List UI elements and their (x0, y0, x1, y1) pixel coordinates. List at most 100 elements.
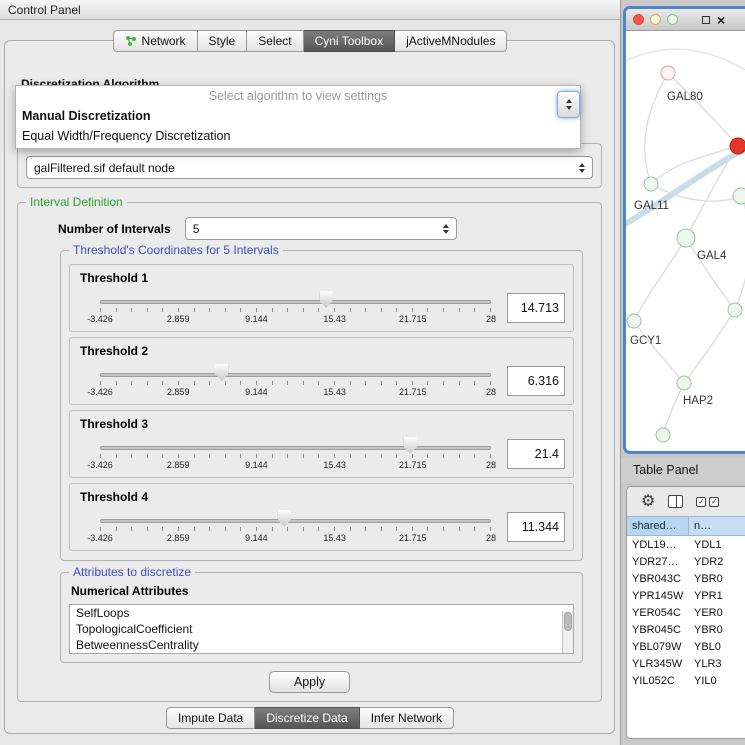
network-node[interactable] (627, 314, 641, 328)
tick-mark (116, 454, 117, 458)
attribute-list-item[interactable]: TopologicalCoefficient (70, 621, 561, 637)
network-edge[interactable] (634, 321, 684, 383)
tick-mark (303, 308, 304, 312)
tick-mark (443, 527, 444, 531)
select-columns-icon[interactable]: ✓ ✓ (696, 497, 719, 507)
table-cell: YER054C (627, 607, 689, 619)
tab-impute-data[interactable]: Impute Data (166, 707, 255, 729)
tick-mark (303, 381, 304, 385)
table-row[interactable]: YIL052CYIL0 (627, 672, 745, 689)
attribute-list-item[interactable]: SelfLoops (70, 605, 561, 621)
threshold-3-value-field[interactable]: 21.4 (507, 439, 565, 469)
network-edge[interactable] (663, 383, 684, 435)
slider-thumb[interactable] (404, 437, 417, 454)
slider-thumb[interactable] (215, 364, 228, 381)
network-canvas[interactable]: GAL80GAL11GAL4GCY1HAP2 (626, 31, 745, 451)
close-traffic-light-icon[interactable] (633, 14, 644, 25)
network-node[interactable] (656, 428, 670, 442)
network-node[interactable] (730, 138, 745, 154)
scale-label: 9.144 (245, 533, 268, 543)
threshold-2-slider[interactable]: -3.4262.8599.14415.4321.71528 (100, 360, 491, 402)
threshold-4-slider[interactable]: -3.4262.8599.14415.4321.71528 (100, 506, 491, 548)
float-window-icon[interactable] (702, 16, 710, 24)
tick-mark (147, 527, 148, 531)
tab-style[interactable]: Style (198, 30, 248, 52)
network-node[interactable] (644, 177, 658, 191)
algorithm-combobox-button[interactable] (557, 91, 580, 118)
slider-track[interactable] (100, 373, 491, 377)
network-node[interactable] (677, 229, 695, 247)
threshold-4-value-field[interactable]: 11.344 (507, 512, 565, 542)
tab-label: Infer Network (371, 711, 442, 725)
tab-infer-network[interactable]: Infer Network (360, 707, 454, 729)
network-node[interactable] (677, 376, 691, 390)
tick-mark (381, 381, 382, 385)
network-node[interactable] (728, 303, 742, 317)
scrollbar-thumb[interactable] (564, 612, 572, 631)
close-window-icon[interactable]: × (717, 13, 725, 27)
number-of-intervals-combobox[interactable]: 5 (185, 217, 457, 240)
attributes-list-scrollbar[interactable] (562, 611, 573, 653)
threshold-2-value-field[interactable]: 6.316 (507, 366, 565, 396)
algorithm-placeholder-option[interactable]: Select algorithm to view settings (16, 86, 580, 106)
column-header-shared-name[interactable]: shared… (627, 517, 689, 535)
algorithm-option-equal-width[interactable]: Equal Width/Frequency Discretization (16, 126, 580, 146)
tick-mark (350, 308, 351, 312)
threshold-1-value-field[interactable]: 14.713 (507, 293, 565, 323)
column-header-name[interactable]: n… (689, 517, 745, 535)
slider-track[interactable] (100, 446, 491, 450)
tab-network[interactable]: Network (113, 30, 198, 52)
network-window-titlebar[interactable]: × (626, 9, 745, 31)
network-view-window: × GAL80GAL11GAL4GCY1HAP2 (623, 6, 745, 454)
gear-icon[interactable]: ⚙ (641, 494, 655, 510)
tick-mark (178, 308, 179, 312)
network-edge[interactable] (686, 238, 735, 310)
threshold-1-slider[interactable]: -3.4262.8599.14415.4321.71528 (100, 287, 491, 329)
threshold-3-slider[interactable]: -3.4262.8599.14415.4321.71528 (100, 433, 491, 475)
attribute-list-item[interactable]: BetweennessCentrality (70, 637, 561, 653)
tick-mark (490, 381, 491, 385)
network-edge[interactable] (668, 73, 738, 146)
slider-thumb[interactable] (320, 291, 333, 308)
tab-select[interactable]: Select (247, 30, 303, 52)
algorithm-option-manual[interactable]: Manual Discretization (16, 106, 580, 126)
network-edge[interactable] (634, 238, 686, 321)
table-row[interactable]: YLR345WYLR3 (627, 655, 745, 672)
slider-thumb[interactable] (278, 510, 291, 527)
scale-label: -3.426 (87, 460, 113, 470)
tick-mark (147, 381, 148, 385)
slider-track[interactable] (100, 300, 491, 304)
tick-mark (396, 454, 397, 458)
minimize-traffic-light-icon[interactable] (650, 14, 661, 25)
slider-track[interactable] (100, 519, 491, 523)
tick-mark (100, 381, 101, 385)
table-row[interactable]: YBR045CYBR0 (627, 621, 745, 638)
table-data-combobox[interactable]: galFiltered.sif default node (26, 156, 593, 179)
network-node[interactable] (733, 188, 745, 204)
tab-cyni-toolbox[interactable]: Cyni Toolbox (304, 30, 395, 52)
zoom-traffic-light-icon[interactable] (667, 14, 678, 25)
table-panel-header[interactable]: Table Panel (621, 458, 745, 482)
network-edge[interactable] (626, 49, 745, 81)
table-row[interactable]: YER054CYER0 (627, 604, 745, 621)
network-node[interactable] (661, 66, 675, 80)
table-row[interactable]: YBR043CYBR0 (627, 570, 745, 587)
network-edge[interactable] (684, 310, 735, 383)
node-label: GAL4 (697, 250, 727, 262)
table-row[interactable]: YDL19…YDL1 (627, 536, 745, 553)
table-body: YDL19…YDL1YDR27…YDR2YBR043CYBR0YPR145WYP… (627, 536, 745, 738)
apply-button[interactable]: Apply (269, 671, 350, 693)
table-cell: YDL19… (627, 539, 689, 551)
control-panel-titlebar[interactable]: Control Panel (0, 0, 620, 20)
table-row[interactable]: YPR145WYPR1 (627, 587, 745, 604)
show-columns-icon[interactable] (668, 495, 683, 508)
network-edge[interactable] (735, 196, 745, 310)
tab-jactivemnodules[interactable]: jActiveMNodules (395, 30, 507, 52)
tab-discretize-data[interactable]: Discretize Data (255, 707, 359, 729)
numerical-attributes-list[interactable]: SelfLoopsTopologicalCoefficientBetweenne… (69, 604, 574, 654)
table-row[interactable]: YBL079WYBL0 (627, 638, 745, 655)
tick-mark (412, 454, 413, 458)
network-edge[interactable] (645, 73, 668, 184)
table-row[interactable]: YDR27…YDR2 (627, 553, 745, 570)
slider-scale: -3.4262.8599.14415.4321.71528 (100, 533, 491, 545)
